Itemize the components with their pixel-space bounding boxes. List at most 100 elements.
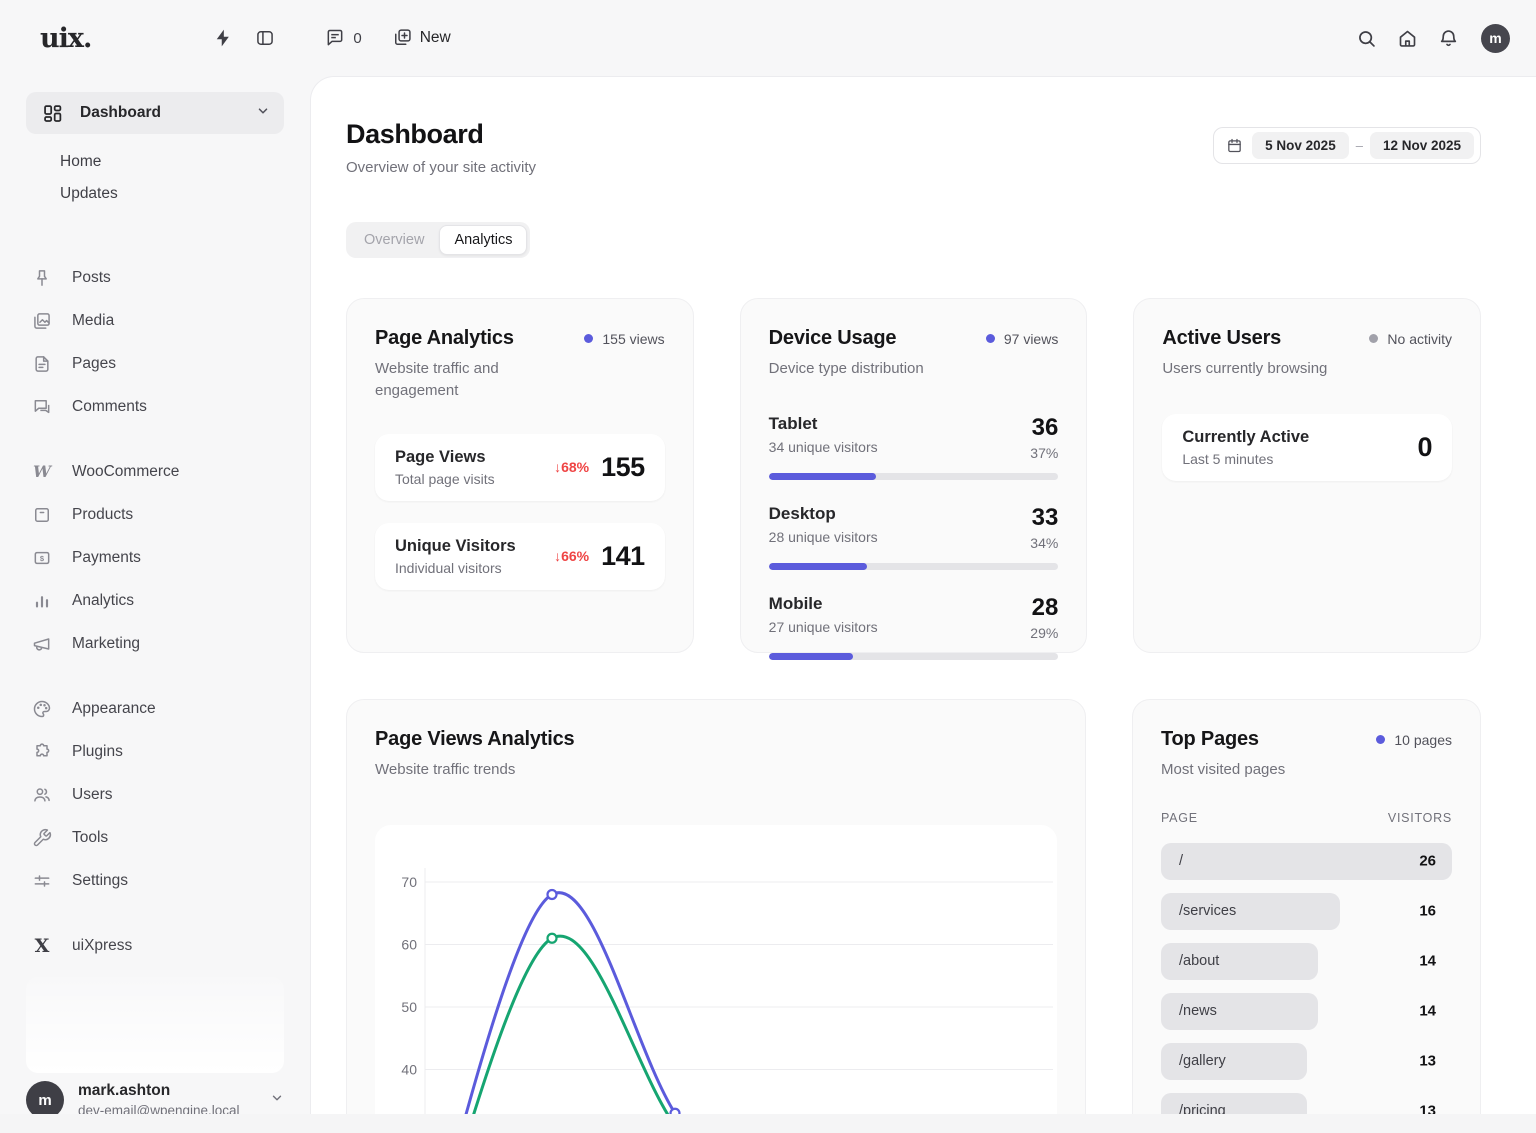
device-name: Desktop: [769, 504, 878, 524]
sidebar-item-analytics[interactable]: Analytics: [26, 579, 284, 622]
page-path: /: [1179, 853, 1183, 869]
sidebar-item-comments[interactable]: Comments: [26, 385, 284, 428]
pin-icon: [30, 268, 54, 288]
payments-dollar-icon: $: [30, 548, 54, 568]
page-path: /gallery: [1179, 1053, 1226, 1069]
bar-chart-icon: [30, 591, 54, 611]
palette-icon: [30, 699, 54, 719]
sidebar-item-label: Payments: [72, 549, 141, 567]
sidebar-item-woocommerce[interactable]: W WooCommerce: [26, 450, 284, 493]
device-percent: 29%: [1030, 625, 1058, 641]
tab-analytics[interactable]: Analytics: [439, 225, 527, 255]
date-end-chip[interactable]: 12 Nov 2025: [1370, 132, 1474, 159]
sidebar-item-label: Marketing: [72, 635, 140, 653]
metric-label: Page Views: [395, 448, 495, 467]
table-row: /about 14: [1161, 943, 1452, 980]
sidebar-item-tools[interactable]: Tools: [26, 816, 284, 859]
progress-track: [769, 653, 1059, 660]
device-percent: 37%: [1030, 445, 1058, 461]
toggle-sidebar-button[interactable]: [255, 28, 275, 48]
metric-sub: Total page visits: [395, 471, 495, 487]
sidebar-item-label: Pages: [72, 355, 116, 373]
comments-counter-button[interactable]: 0: [325, 28, 361, 48]
notifications-button[interactable]: [1438, 28, 1459, 49]
sidebar-item-label: Appearance: [72, 700, 156, 718]
app-logo: uix.: [40, 23, 91, 54]
sidebar-item-pages[interactable]: Pages: [26, 342, 284, 385]
table-row: / 26: [1161, 843, 1452, 880]
sidebar-promo-placeholder: [26, 977, 284, 1073]
tab-overview[interactable]: Overview: [349, 225, 439, 255]
chevron-down-icon: [256, 104, 270, 123]
megaphone-icon: [30, 634, 54, 654]
home-icon: [1397, 28, 1418, 49]
media-image-icon: [30, 311, 54, 331]
sidebar-item-label: WooCommerce: [72, 463, 179, 481]
home-button[interactable]: [1397, 28, 1418, 49]
sliders-icon: [30, 871, 54, 891]
search-button[interactable]: [1356, 28, 1377, 49]
page-file-icon: [30, 354, 54, 374]
comment-bubble-icon: [325, 28, 345, 48]
device-row-desktop: Desktop 28 unique visitors 33 34%: [769, 504, 1059, 570]
metric-delta: ↓68%: [554, 459, 589, 475]
sidebar-subnav: Home Updates: [26, 146, 284, 210]
column-visitors: VISITORS: [1388, 811, 1452, 825]
active-users-card: Active Users Users currently browsing No…: [1133, 298, 1481, 653]
svg-text:$: $: [40, 553, 45, 562]
bottom-edge-band: [0, 1114, 1536, 1133]
sidebar-item-home[interactable]: Home: [26, 146, 284, 178]
chevron-down-icon: [270, 1091, 284, 1110]
quick-actions-button[interactable]: [213, 28, 233, 48]
bell-icon: [1438, 28, 1459, 49]
page-visitors: 13: [1419, 1053, 1436, 1070]
device-usage-card: Device Usage Device type distribution 97…: [740, 298, 1088, 653]
sidebar-item-posts[interactable]: Posts: [26, 256, 284, 299]
page-visitors: 14: [1419, 1003, 1436, 1020]
sidebar-nav: Posts Media Pages Comments W WooCommerce…: [26, 256, 284, 967]
table-row: /gallery 13: [1161, 1043, 1452, 1080]
card-subtitle: Most visited pages: [1161, 759, 1452, 781]
view-tabs: Overview Analytics: [346, 222, 530, 258]
sidebar-item-dashboard[interactable]: Dashboard: [26, 92, 284, 134]
topbar: uix. 0 New m: [0, 0, 1536, 76]
chart-title: Page Views Analytics: [375, 728, 1057, 751]
sidebar-item-plugins[interactable]: Plugins: [26, 730, 284, 773]
metric-sub: Last 5 minutes: [1182, 451, 1309, 467]
sidebar-item-marketing[interactable]: Marketing: [26, 622, 284, 665]
page-visitors: 26: [1419, 853, 1436, 870]
table-row: /news 14: [1161, 993, 1452, 1030]
sidebar-item-users[interactable]: Users: [26, 773, 284, 816]
lightning-icon: [213, 28, 233, 48]
device-row-tablet: Tablet 34 unique visitors 36 37%: [769, 414, 1059, 480]
svg-text:60: 60: [401, 936, 417, 952]
search-icon: [1356, 28, 1377, 49]
metric-label: Unique Visitors: [395, 537, 516, 556]
pages-badge: 10 pages: [1376, 730, 1452, 750]
device-name: Tablet: [769, 414, 878, 434]
page-visitors: 16: [1419, 903, 1436, 920]
sidebar-panel-icon: [255, 28, 275, 48]
chart-panel: 7060504030: [375, 825, 1057, 1133]
page-subtitle: Overview of your site activity: [346, 159, 536, 176]
new-content-button[interactable]: New: [392, 28, 451, 48]
page-visitors: 14: [1419, 953, 1436, 970]
user-avatar[interactable]: m: [1481, 24, 1510, 53]
sidebar-item-settings[interactable]: Settings: [26, 859, 284, 902]
sidebar-item-media[interactable]: Media: [26, 299, 284, 342]
device-name: Mobile: [769, 594, 878, 614]
user-name: mark.ashton: [78, 1082, 240, 1100]
sidebar-item-products[interactable]: Products: [26, 493, 284, 536]
pageviews-chart-svg: 7060504030: [381, 853, 1065, 1133]
metric-label: Currently Active: [1182, 428, 1309, 447]
date-range-picker[interactable]: 5 Nov 2025 – 12 Nov 2025: [1213, 127, 1481, 164]
sidebar-item-appearance[interactable]: Appearance: [26, 687, 284, 730]
date-start-chip[interactable]: 5 Nov 2025: [1252, 132, 1349, 159]
device-sub: 28 unique visitors: [769, 529, 878, 545]
main-content: Dashboard Overview of your site activity…: [310, 76, 1536, 1133]
comment-count: 0: [353, 30, 361, 47]
device-percent: 34%: [1030, 535, 1058, 551]
sidebar-item-uixpress[interactable]: X uiXpress: [26, 924, 284, 967]
sidebar-item-updates[interactable]: Updates: [26, 178, 284, 210]
sidebar-item-payments[interactable]: $ Payments: [26, 536, 284, 579]
